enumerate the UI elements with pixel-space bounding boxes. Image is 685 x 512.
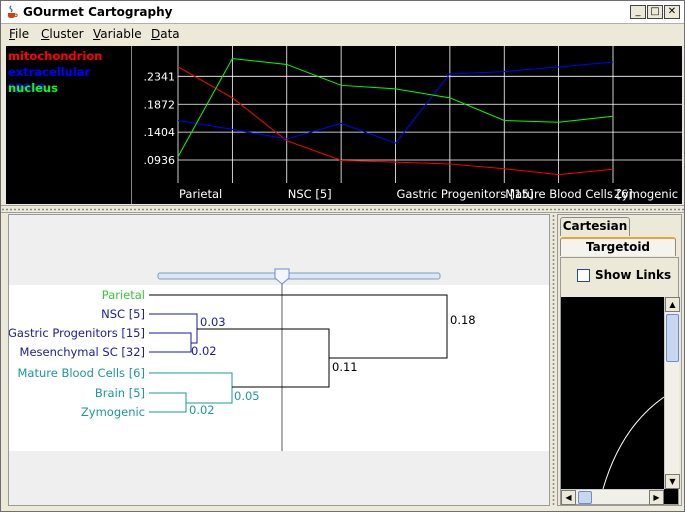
merge-distance-label: 0.02: [189, 403, 215, 417]
title-bar[interactable]: GOurmet Cartography _ □ ✕: [1, 1, 684, 24]
java-cup-icon: [8, 5, 18, 18]
y-tick-label: .1872: [144, 98, 176, 111]
dendrogram-leaf-label: Zymogenic: [81, 405, 145, 419]
horizontal-scroll-thumb[interactable]: [578, 491, 592, 504]
close-button[interactable]: ✕: [664, 5, 680, 19]
menu-cluster[interactable]: Cluster: [41, 27, 84, 41]
x-category-label: Parietal: [179, 187, 222, 201]
merge-distance-label: 0.05: [234, 389, 260, 403]
threshold-slider-track: [157, 272, 441, 280]
vertical-split-divider[interactable]: [550, 214, 557, 506]
dendrogram-leaf-label: Brain [5]: [95, 386, 145, 400]
legend-entry-mitochondrion[interactable]: mitochondrion: [8, 49, 102, 63]
scroll-left-button[interactable]: ◀: [561, 490, 576, 505]
menu-variable[interactable]: Variable: [93, 27, 142, 41]
vertical-scrollbar[interactable]: ▲ ▼: [664, 297, 680, 489]
maximize-button[interactable]: □: [647, 5, 663, 19]
dendrogram-leaf-label: Mesenchymal SC [32]: [20, 345, 145, 359]
dendrogram[interactable]: Parietal NSC [5] Gastric Progenitors [15] M…: [8, 215, 549, 505]
minimize-button[interactable]: _: [630, 5, 646, 19]
menu-file[interactable]: File: [9, 27, 29, 41]
legend-entry-nucleus[interactable]: nucleus: [8, 81, 58, 95]
main-window: GOurmet Cartography _ □ ✕ File Cluster V…: [0, 0, 685, 512]
x-category-label: NSC [5]: [288, 187, 332, 201]
merge-distance-label: 0.02: [191, 344, 217, 358]
targetoid-view[interactable]: ▲ ▼ ◀ ▶: [561, 297, 680, 505]
targetoid-arc: [602, 396, 664, 489]
dendrogram-leaf-label: Mature Blood Cells [6]: [17, 366, 145, 380]
scroll-up-button[interactable]: ▲: [665, 297, 680, 312]
menu-data[interactable]: Data: [151, 27, 180, 41]
parallel-coordinates-chart[interactable]: .2341.1872.1404.0936Parietal NSC [5] Gastr…: [133, 46, 682, 204]
horizontal-split-divider[interactable]: [1, 205, 684, 213]
x-category-label: Zymogenic: [614, 187, 678, 201]
vertical-scroll-thumb[interactable]: [666, 314, 679, 362]
show-links-box[interactable]: [577, 269, 590, 282]
show-links-label: Show Links: [595, 268, 672, 282]
merge-distance-label: 0.03: [200, 315, 226, 329]
scroll-down-button[interactable]: ▼: [665, 474, 680, 489]
series-legend: mitochondrion extracellular space nucleu…: [6, 46, 132, 204]
window-title: GOurmet Cartography: [23, 5, 173, 19]
targetoid-tab-content: Show Links ▲ ▼ ◀ ▶: [560, 257, 680, 505]
horizontal-scrollbar[interactable]: ◀ ▶: [561, 489, 664, 505]
dendrogram-leaf-label: NSC [5]: [101, 307, 145, 321]
y-tick-label: .2341: [144, 70, 176, 83]
merge-distance-label: 0.11: [332, 360, 358, 374]
top-panel: mitochondrion extracellular space nucleu…: [6, 46, 682, 204]
dendrogram-leaf-label: Gastric Progenitors [15]: [9, 326, 145, 340]
dendrogram-panel: Parietal NSC [5] Gastric Progenitors [15] M…: [8, 214, 550, 506]
threshold-slider-thumb: [274, 268, 290, 285]
menu-bar: File Cluster Variable Data: [1, 24, 684, 45]
scroll-right-button[interactable]: ▶: [649, 490, 664, 505]
dendrogram-leaf-label: Parietal: [102, 288, 145, 302]
targetoid-canvas[interactable]: [561, 297, 664, 489]
tab-targetoid[interactable]: Targetoid: [560, 237, 676, 256]
y-tick-label: .1404: [144, 126, 176, 139]
tab-cartesian[interactable]: Cartesian: [560, 217, 630, 236]
y-tick-label: .0936: [144, 154, 176, 167]
view-tabs-panel: Cartesian Targetoid Show Links ▲ ▼ ◀ ▶: [557, 214, 682, 506]
merge-distance-label: 0.18: [450, 313, 476, 327]
